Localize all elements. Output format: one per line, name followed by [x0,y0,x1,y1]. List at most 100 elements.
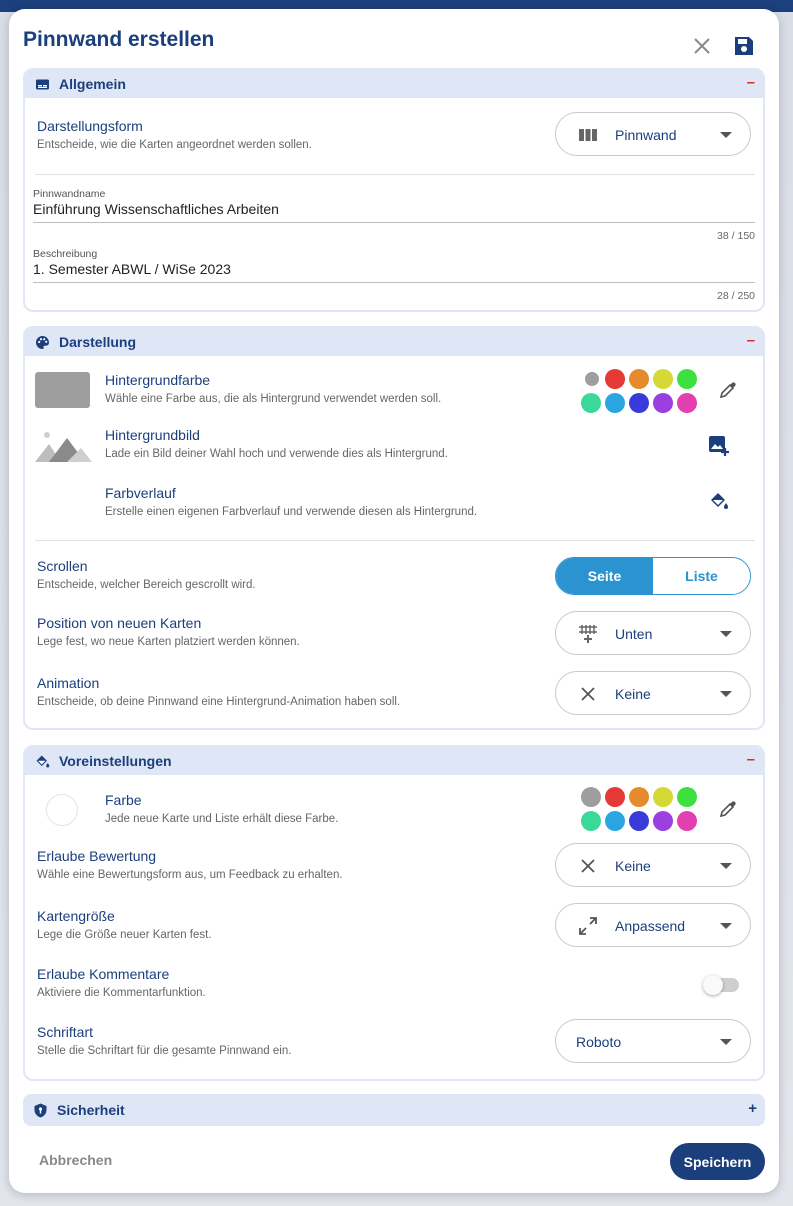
bewertung-label: Erlaube Bewertung [37,848,157,864]
bewertung-select[interactable]: Keine [555,843,751,887]
section-darstellung: Darstellung – Hintergrundfarbe Wähle ein… [23,326,765,730]
pinnwandname-input[interactable]: Einführung Wissenschaftliches Arbeiten [33,201,279,217]
color-swatch[interactable] [629,811,649,831]
expand-toggle[interactable]: + [748,1100,757,1117]
grid-add-icon [578,624,598,644]
darstellungsform-desc: Entscheide, wie die Karten angeordnet we… [37,139,312,151]
animation-select[interactable]: Keine [555,671,751,715]
farbe-desc: Jede neue Karte und Liste erhält diese F… [105,813,339,825]
palette-icon [35,335,50,350]
input-underline [33,282,755,283]
paint-bucket-icon[interactable] [709,491,729,511]
select-value: Keine [615,858,651,874]
expand-icon [578,916,598,936]
kommentare-toggle[interactable] [703,975,739,995]
subtitles-icon [35,77,50,92]
color-swatch[interactable] [581,811,601,831]
section-header-sicherheit[interactable]: Sicherheit + [23,1094,765,1126]
position-desc: Lege fest, wo neue Karten platziert werd… [37,636,300,648]
chevron-down-icon [720,923,732,929]
collapse-toggle[interactable]: – [747,332,755,349]
darstellungsform-select[interactable]: Pinnwand [555,112,751,156]
select-value: Keine [615,686,651,702]
farbe-label: Farbe [105,792,142,808]
chevron-down-icon [720,691,732,697]
animation-label: Animation [37,675,100,691]
mountains-image-icon [35,428,92,464]
color-swatch[interactable] [653,787,673,807]
beschreibung-input[interactable]: 1. Semester ABWL / WiSe 2023 [33,261,231,277]
section-title: Darstellung [59,334,137,350]
color-swatch[interactable] [605,369,625,389]
close-icon [578,684,598,704]
section-header-voreinstellungen[interactable]: Voreinstellungen – [25,747,763,775]
eyedropper-icon[interactable] [718,799,738,819]
beschreibung-label: Beschreibung [33,248,98,260]
kommentare-desc: Aktiviere die Kommentarfunktion. [37,987,206,999]
color-swatch[interactable] [677,393,697,413]
hintergrundbild-label: Hintergrundbild [105,427,200,443]
schriftart-select[interactable]: Roboto [555,1019,751,1063]
hintergrundbild-desc: Lade ein Bild deiner Wahl hoch und verwe… [105,448,448,460]
color-swatch[interactable] [581,787,601,807]
kartengroesse-desc: Lege die Größe neuer Karten fest. [37,929,212,941]
farbverlauf-desc: Erstelle einen eigenen Farbverlauf und v… [105,506,478,518]
chevron-down-icon [720,1039,732,1045]
create-board-dialog: Pinnwand erstellen Allgemein – Darstellu… [9,9,779,1193]
color-swatch[interactable] [629,369,649,389]
select-value: Pinnwand [615,127,677,143]
eyedropper-icon[interactable] [718,380,738,400]
shield-icon [33,1103,48,1118]
section-voreinstellungen: Voreinstellungen – Farbe Jede neue Karte… [23,745,765,1081]
color-swatch[interactable] [677,369,697,389]
section-header-darstellung[interactable]: Darstellung – [25,328,763,356]
color-swatch[interactable] [653,393,673,413]
color-swatch[interactable] [605,811,625,831]
color-swatch[interactable] [605,787,625,807]
position-label: Position von neuen Karten [37,615,202,631]
divider [35,174,755,175]
divider [35,540,755,541]
kartengroesse-label: Kartengröße [37,908,115,924]
color-swatch[interactable] [581,393,601,413]
color-swatch[interactable] [629,393,649,413]
select-value: Unten [615,626,653,642]
paint-bucket-icon [35,754,50,769]
save-icon[interactable] [733,35,755,57]
section-sicherheit: Sicherheit + [23,1094,765,1126]
close-icon [578,856,598,876]
char-counter: 28 / 250 [717,290,755,302]
scroll-mode-toggle: Seite Liste [555,557,751,595]
animation-desc: Entscheide, ob deine Pinnwand eine Hinte… [37,696,401,708]
columns-icon [578,125,598,145]
select-value: Roboto [576,1034,622,1050]
color-swatch[interactable] [677,787,697,807]
schriftart-label: Schriftart [37,1024,94,1040]
scroll-option-seite[interactable]: Seite [556,558,653,594]
close-icon[interactable] [692,36,712,56]
color-swatch[interactable] [653,811,673,831]
position-select[interactable]: Unten [555,611,751,655]
collapse-toggle[interactable]: – [747,74,755,91]
save-button[interactable]: Speichern [670,1143,765,1180]
color-swatch[interactable] [629,787,649,807]
cancel-button[interactable]: Abbrechen [39,1152,112,1168]
section-header-allgemein[interactable]: Allgemein – [25,70,763,98]
color-swatch[interactable] [605,393,625,413]
schriftart-desc: Stelle die Schriftart für die gesamte Pi… [37,1045,292,1057]
section-title: Voreinstellungen [59,753,172,769]
select-value: Anpassend [615,918,686,934]
background-color-preview [35,372,90,408]
color-swatch[interactable] [677,811,697,831]
collapse-toggle[interactable]: – [747,751,755,768]
chevron-down-icon [720,863,732,869]
kartengroesse-select[interactable]: Anpassend [555,903,751,947]
add-photo-icon[interactable] [708,435,730,457]
dialog-title: Pinnwand erstellen [23,28,215,51]
farbverlauf-label: Farbverlauf [105,485,176,501]
section-title: Allgemein [59,76,126,92]
scroll-option-liste[interactable]: Liste [653,558,750,594]
color-swatch-selected[interactable] [585,372,599,386]
color-swatch[interactable] [653,369,673,389]
hintergrundfarbe-label: Hintergrundfarbe [105,372,211,388]
